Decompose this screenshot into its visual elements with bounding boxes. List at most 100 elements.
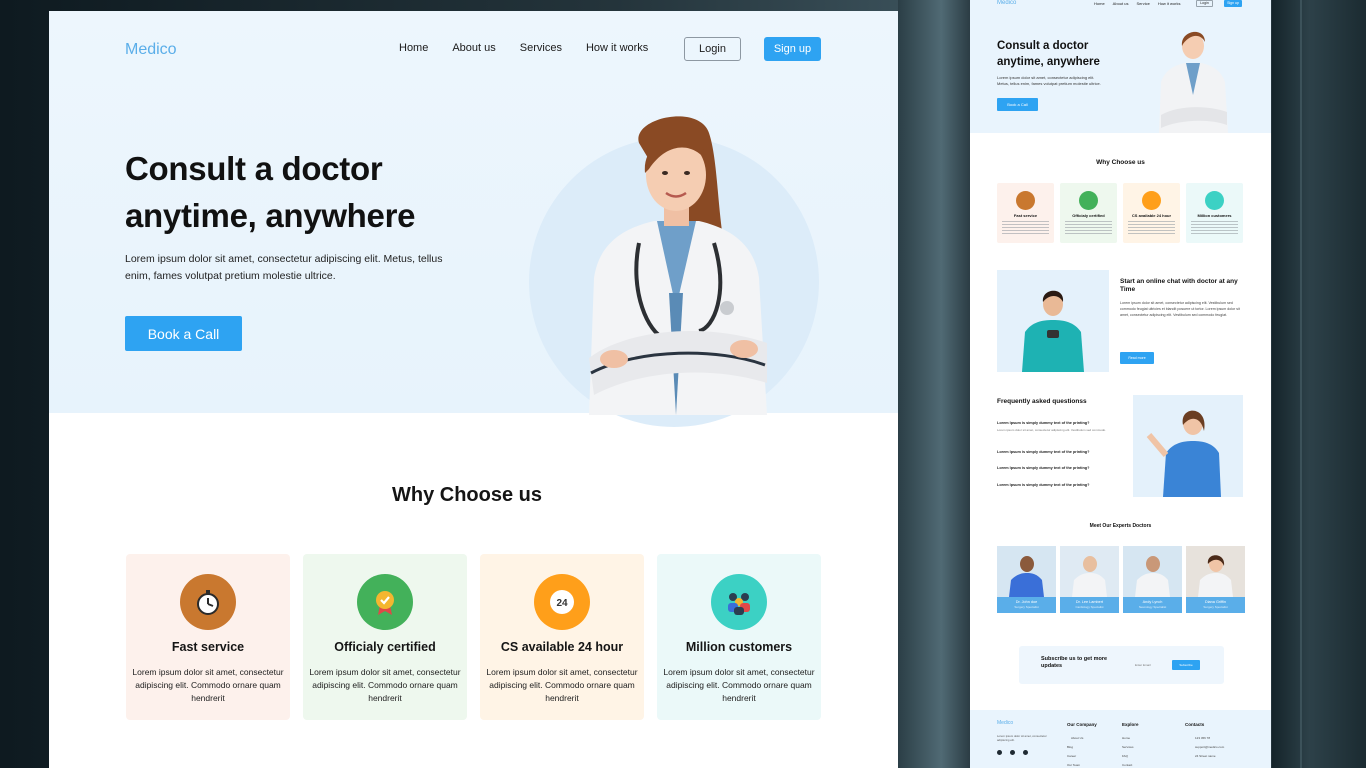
background-door: [898, 0, 970, 768]
preview-expert-card: Dr. John doe Surgery Specialist: [997, 546, 1056, 613]
preview-faq-question: Lorem Ipsum is simply dummy text of the …: [997, 421, 1090, 425]
expert-name: Dr. John doe Surgery Specialist: [997, 597, 1056, 613]
preview-faq-question: Lorem Ipsum is simply dummy text of the …: [997, 466, 1090, 470]
preview-card-fast: Fast service: [997, 183, 1054, 243]
feature-card-million-customers: Million customers Lorem ipsum dolor sit …: [657, 554, 821, 720]
hero-section: Medico Home About us Services How it wor…: [49, 11, 898, 427]
preview-hero: Medico Home About us Service How it work…: [970, 0, 1271, 133]
nav-home[interactable]: Home: [399, 42, 428, 54]
preview-chat-text: Lorem ipsum dolor sit amet, consectetur …: [1120, 301, 1240, 317]
clock-24-icon: 24: [534, 574, 590, 630]
preview-nav-how: How it works: [1157, 1, 1181, 6]
preview-faq-doctor-image: [1133, 395, 1243, 497]
feature-card-certified: Officialy certified Lorem ipsum dolor si…: [303, 554, 467, 720]
preview-read-more-button: Read more: [1120, 352, 1154, 364]
preview-card-title: CS available 24 hour: [1131, 213, 1172, 218]
preview-footer-col-title: Our Company: [1067, 722, 1097, 727]
login-button[interactable]: Login: [684, 37, 741, 61]
preview-nav-service: Service: [1136, 1, 1150, 6]
doctor-avatar: [1060, 546, 1119, 597]
stopwatch-icon: [180, 574, 236, 630]
card-title: Million customers: [685, 640, 793, 654]
preview-card-title: Million customers: [1197, 213, 1232, 218]
preview-footer-link: FAQ: [1122, 754, 1129, 758]
preview-footer-link: About Us: [1071, 736, 1084, 740]
preview-footer-link: Blog: [1067, 745, 1074, 749]
preview-expert-card: Diana Griffin Surgery Specialist: [1186, 546, 1245, 613]
preview-faq-title: Frequently asked questionss: [997, 398, 1087, 405]
preview-card-title: Fast service: [1013, 213, 1038, 218]
certificate-badge-icon: [1079, 191, 1098, 210]
preview-book-button: Book a Call: [997, 98, 1038, 111]
preview-footer-contact: 24 Street name: [1195, 754, 1216, 758]
book-call-button[interactable]: Book a Call: [125, 316, 242, 351]
preview-login-button: Login: [1196, 0, 1213, 7]
preview-footer: Medico Lorem ipsum dolor sit amet, conse…: [970, 710, 1271, 768]
card-description: Lorem ipsum dolor sit amet, consectetur …: [663, 667, 815, 703]
svg-text:24: 24: [556, 598, 568, 609]
preview-chat-nurse-image: [997, 270, 1109, 372]
doctor-image: [589, 116, 767, 415]
twitter-icon: [1023, 750, 1028, 755]
background-line: [1300, 0, 1302, 768]
feature-card-fast-service: Fast service Lorem ipsum dolor sit amet,…: [126, 554, 290, 720]
preview-footer-link: Home: [1122, 736, 1131, 740]
preview-card-text: [1002, 221, 1049, 235]
preview-why-title: Why Choose us: [1096, 159, 1145, 166]
nav-about[interactable]: About us: [452, 42, 495, 54]
card-description: Lorem ipsum dolor sit amet, consectetur …: [309, 667, 461, 703]
card-title: Officialy certified: [334, 640, 436, 654]
preview-expert-card: Dr. Lee Lambert Cardiology Specialist: [1060, 546, 1119, 613]
feature-card-24-hour: 24 CS available 24 hour Lorem ipsum dolo…: [480, 554, 644, 720]
preview-card-customers: Million customers: [1186, 183, 1243, 243]
preview-footer-link: Our Team: [1067, 763, 1081, 767]
preview-nav-about: About us: [1112, 1, 1129, 6]
preview-hero-subtitle: Lorem ipsum dolor sit amet, consectetur …: [997, 75, 1101, 86]
card-title: CS available 24 hour: [500, 640, 624, 654]
signup-button[interactable]: Sign up: [764, 37, 821, 61]
preview-subscribe-button: Subscribe: [1172, 660, 1200, 670]
logo[interactable]: Medico: [125, 41, 177, 59]
preview-footer-col-title: Contacts: [1185, 722, 1205, 727]
nav-services[interactable]: Services: [520, 42, 562, 54]
preview-nav-home: Home: [1094, 1, 1105, 6]
hero-title: Consult a doctor anytime, anywhere: [125, 150, 416, 234]
doctor-avatar: [1186, 546, 1245, 597]
instagram-icon: [997, 750, 1002, 755]
preview-experts-title: Meet Our Experts Doctors: [1089, 523, 1152, 529]
preview-card-text: [1065, 221, 1112, 235]
preview-card-text: [1128, 221, 1175, 235]
preview-hero-title: Consult a doctor anytime, anywhere: [997, 40, 1100, 68]
preview-card-24h: CS available 24 hour: [1123, 183, 1180, 243]
customers-group-icon: [1205, 191, 1224, 210]
nav-how-it-works[interactable]: How it works: [586, 42, 648, 54]
doctor-avatar: [1123, 546, 1182, 597]
expert-name: Diana Griffin Surgery Specialist: [1186, 597, 1245, 613]
preview-footer-logo: Medico: [997, 720, 1014, 726]
preview-footer-link: Services: [1122, 745, 1134, 749]
preview-footer-desc: Lorem ipsum dolor sit amet, consectetur …: [997, 734, 1047, 742]
preview-doctor-image: [1159, 31, 1228, 133]
hero-subtitle: Lorem ipsum dolor sit amet, consectetur …: [125, 253, 443, 282]
preview-subscribe-title: Subscribe us to get more updates: [1041, 656, 1108, 669]
preview-footer-col-title: Explore: [1122, 722, 1139, 727]
preview-logo: Medico: [997, 0, 1017, 6]
preview-footer-contact: 123 456 78: [1195, 736, 1211, 740]
why-choose-title: Why Choose us: [391, 484, 542, 506]
expert-name: Dr. Lee Lambert Cardiology Specialist: [1060, 597, 1119, 613]
preview-faq-question: Lorem Ipsum is simply dummy text of the …: [997, 450, 1090, 454]
preview-faq-question: Lorem Ipsum is simply dummy text of the …: [997, 483, 1090, 487]
main-landing-page: Medico Home About us Services How it wor…: [49, 11, 898, 768]
card-title: Fast service: [171, 640, 245, 654]
preview-chat-title: Start an online chat with doctor at any …: [1120, 278, 1238, 293]
preview-signup-button: Sign up: [1224, 0, 1242, 7]
preview-card-text: [1191, 221, 1238, 235]
preview-expert-card: Andy Lynch Neurology Specialist: [1123, 546, 1182, 613]
expert-name: Andy Lynch Neurology Specialist: [1123, 597, 1182, 613]
preview-footer-link: Career: [1067, 754, 1077, 758]
background-wall: [1272, 0, 1366, 768]
card-description: Lorem ipsum dolor sit amet, consectetur …: [132, 667, 284, 703]
clock-24-icon: [1142, 191, 1161, 210]
preview-nav: Home About us Service How it works: [1094, 1, 1180, 6]
preview-faq-answer: Lorem ipsum dolor sit amet, consectetur …: [997, 428, 1107, 432]
